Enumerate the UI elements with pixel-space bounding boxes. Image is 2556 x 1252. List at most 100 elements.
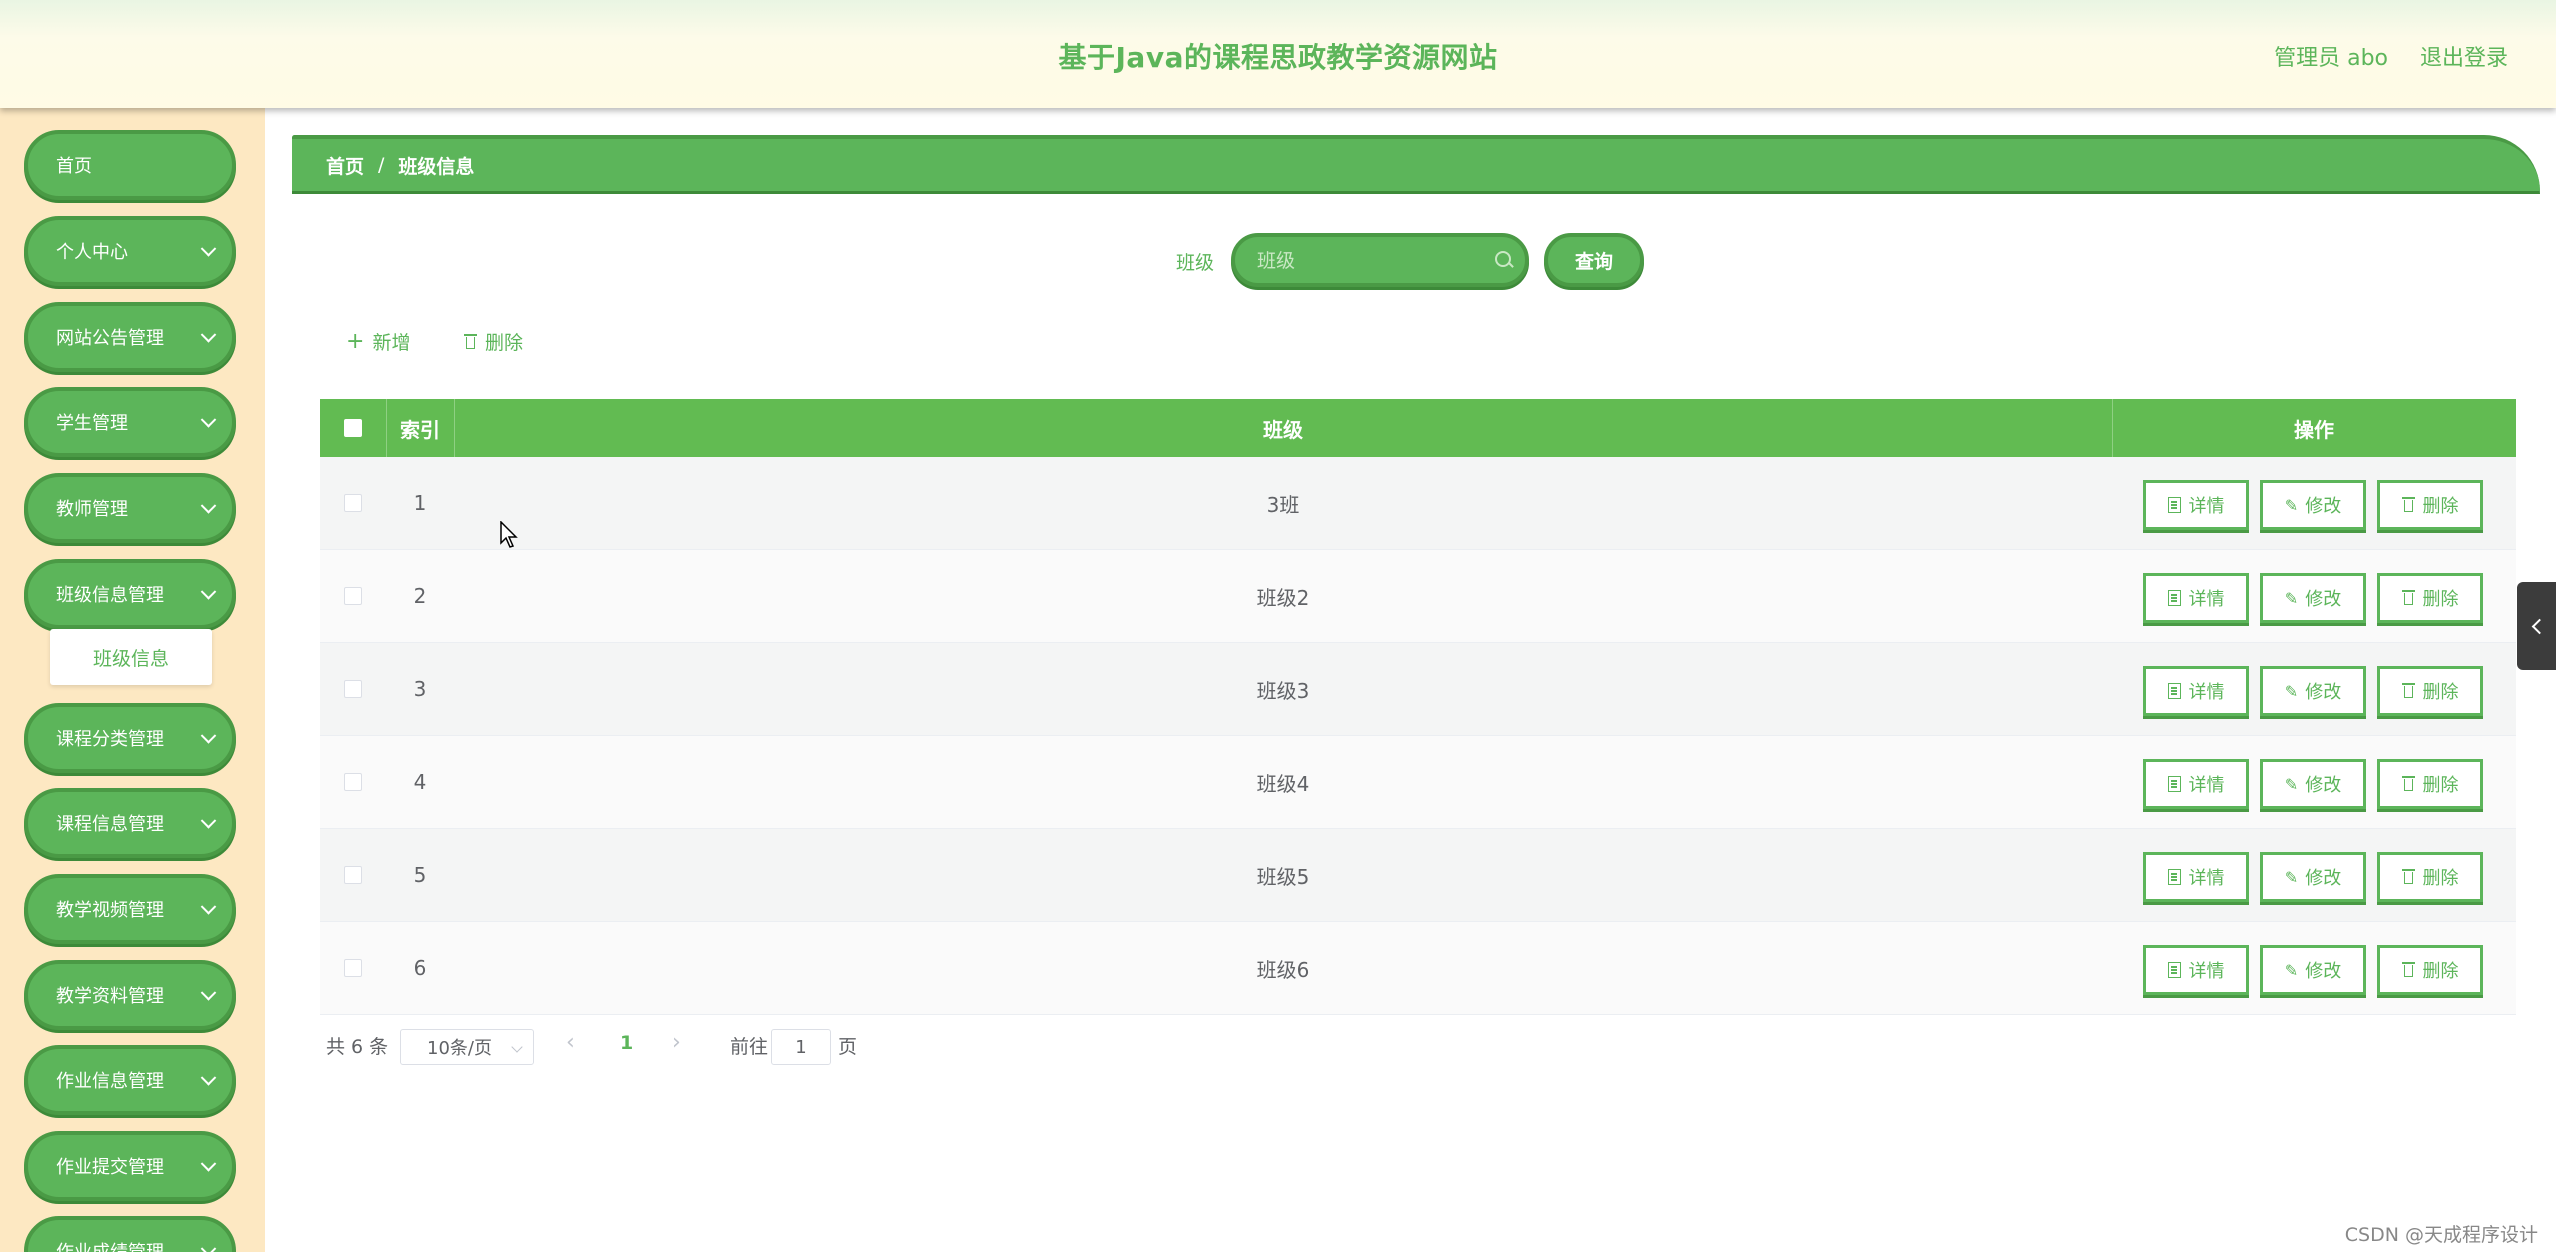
sidebar-item-label: 教师管理 (56, 499, 128, 520)
batch-delete-button[interactable]: 删除 (464, 328, 523, 355)
detail-button[interactable]: 详情 (2143, 666, 2249, 716)
collapse-panel-button[interactable] (2517, 582, 2556, 670)
detail-label: 详情 (2188, 496, 2225, 517)
edit-button[interactable]: ✎ 修改 (2260, 480, 2366, 530)
chevron-down-icon (200, 985, 217, 1001)
row-select-cell (320, 829, 386, 921)
sidebar-item-student-management[interactable]: 学生管理 (24, 387, 236, 457)
edit-button[interactable]: ✎ 修改 (2260, 759, 2366, 809)
delete-button[interactable]: 删除 (2377, 480, 2483, 530)
sidebar-item-homework-submission-management[interactable]: 作业提交管理 (24, 1131, 236, 1201)
detail-label: 详情 (2188, 682, 2225, 703)
row-checkbox[interactable] (344, 680, 362, 698)
search-icon (1495, 251, 1511, 267)
search-label: 班级 (1176, 252, 1215, 274)
edit-label: 修改 (2305, 868, 2342, 889)
column-header-index: 索引 (400, 417, 440, 442)
detail-button[interactable]: 详情 (2143, 573, 2249, 623)
row-checkbox[interactable] (344, 773, 362, 791)
detail-button[interactable]: 详情 (2143, 480, 2249, 530)
sidebar-item-label: 作业信息管理 (56, 1071, 164, 1092)
sidebar-item-teacher-management[interactable]: 教师管理 (24, 473, 236, 543)
detail-button[interactable]: 详情 (2143, 759, 2249, 809)
edit-icon: ✎ (2284, 774, 2299, 794)
delete-label: 删除 (2422, 496, 2459, 517)
sidebar-item-material-management[interactable]: 教学资料管理 (24, 960, 236, 1030)
goto-page-input[interactable] (771, 1029, 831, 1065)
top-header: 基于Java的课程思政教学资源网站 管理员 abo 退出登录 (0, 0, 2556, 108)
document-icon (2167, 683, 2181, 699)
row-select-cell (320, 736, 386, 828)
delete-label: 删除 (2422, 682, 2459, 703)
watermark: CSDN @天成程序设计 (2344, 1224, 2538, 1246)
detail-label: 详情 (2188, 868, 2225, 889)
table-row: 4 班级4 详情 ✎ 修改 删除 (320, 736, 2516, 829)
delete-button[interactable]: 删除 (2377, 852, 2483, 902)
sidebar-subitem-class-info[interactable]: 班级信息 (50, 629, 212, 685)
goto-suffix: 页 (838, 1036, 858, 1058)
sidebar-item-class-management[interactable]: 班级信息管理 (24, 559, 236, 629)
row-checkbox[interactable] (344, 587, 362, 605)
delete-button[interactable]: 删除 (2377, 573, 2483, 623)
sidebar-item-course-info-management[interactable]: 课程信息管理 (24, 788, 236, 858)
add-button[interactable]: + 新增 (346, 328, 410, 355)
row-select-cell (320, 457, 386, 549)
chevron-down-icon (200, 1070, 217, 1086)
sidebar-item-personal-center[interactable]: 个人中心 (24, 216, 236, 286)
document-icon (2167, 869, 2181, 885)
next-page-button[interactable]: › (672, 1030, 681, 1055)
sidebar-item-announcement-management[interactable]: 网站公告管理 (24, 302, 236, 372)
logout-link[interactable]: 退出登录 (2420, 40, 2508, 72)
breadcrumb-separator: / (378, 154, 385, 176)
sidebar-item-home[interactable]: 首页 (24, 130, 236, 200)
trash-icon (2401, 590, 2415, 606)
sidebar-item-homework-score-management[interactable]: 作业成绩管理 (24, 1216, 236, 1252)
page-size-select[interactable]: 10条/页 (400, 1029, 534, 1065)
edit-label: 修改 (2305, 682, 2342, 703)
column-header-class: 班级 (1263, 417, 1303, 442)
detail-button[interactable]: 详情 (2143, 945, 2249, 995)
edit-button[interactable]: ✎ 修改 (2260, 852, 2366, 902)
sidebar-item-label: 学生管理 (56, 413, 128, 434)
edit-button[interactable]: ✎ 修改 (2260, 945, 2366, 995)
delete-button[interactable]: 删除 (2377, 945, 2483, 995)
search-input[interactable] (1255, 237, 1479, 285)
table-header: 索引 班级 操作 (320, 399, 2516, 457)
table-row: 6 班级6 详情 ✎ 修改 删除 (320, 922, 2516, 1015)
chevron-down-icon (511, 1041, 523, 1053)
detail-button[interactable]: 详情 (2143, 852, 2249, 902)
breadcrumb: 首页 / 班级信息 (292, 135, 2540, 191)
prev-page-button[interactable]: ‹ (566, 1030, 575, 1055)
document-icon (2167, 590, 2181, 606)
sidebar-item-homework-info-management[interactable]: 作业信息管理 (24, 1045, 236, 1115)
delete-button[interactable]: 删除 (2377, 759, 2483, 809)
sidebar-item-course-category-management[interactable]: 课程分类管理 (24, 703, 236, 773)
edit-label: 修改 (2305, 775, 2342, 796)
breadcrumb-home[interactable]: 首页 (326, 152, 364, 179)
search-button[interactable]: 查询 (1544, 233, 1644, 287)
row-class-name: 班级4 (1256, 771, 1310, 796)
trash-icon (2401, 776, 2415, 792)
page-number-current[interactable]: 1 (620, 1032, 633, 1054)
sidebar-item-label: 教学资料管理 (56, 986, 164, 1007)
row-class-name: 3班 (1266, 492, 1300, 517)
row-checkbox[interactable] (344, 866, 362, 884)
sidebar-item-video-management[interactable]: 教学视频管理 (24, 874, 236, 944)
edit-icon: ✎ (2284, 681, 2299, 701)
pagination-total: 共 6 条 (326, 1036, 389, 1058)
delete-button[interactable]: 删除 (2377, 666, 2483, 716)
select-all-checkbox[interactable] (344, 419, 362, 437)
document-icon (2167, 776, 2181, 792)
edit-button[interactable]: ✎ 修改 (2260, 573, 2366, 623)
row-checkbox[interactable] (344, 494, 362, 512)
chevron-down-icon (200, 584, 217, 600)
column-header-actions: 操作 (2294, 417, 2334, 442)
edit-icon: ✎ (2284, 960, 2299, 980)
add-button-label: 新增 (372, 332, 411, 354)
edit-button[interactable]: ✎ 修改 (2260, 666, 2366, 716)
plus-icon: + (346, 329, 365, 354)
document-icon (2167, 962, 2181, 978)
select-all-cell (320, 399, 386, 457)
chevron-down-icon (200, 728, 217, 744)
row-checkbox[interactable] (344, 959, 362, 977)
